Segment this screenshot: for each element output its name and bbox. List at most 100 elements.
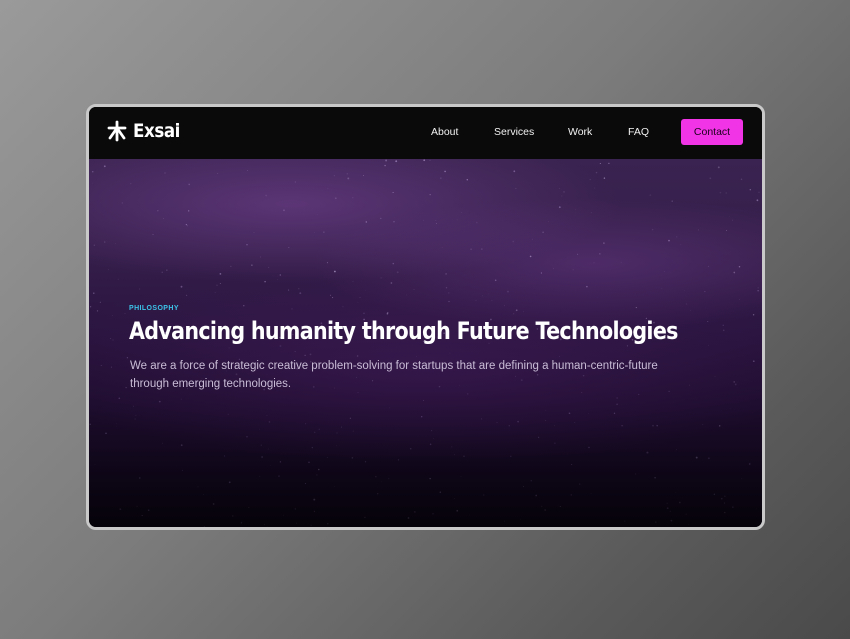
star — [364, 461, 367, 463]
star — [568, 412, 571, 415]
star — [423, 159, 426, 162]
star — [532, 238, 533, 240]
star — [695, 456, 698, 459]
star — [732, 506, 734, 508]
star — [575, 209, 576, 211]
star — [626, 345, 628, 347]
star — [352, 430, 354, 432]
star — [649, 194, 652, 197]
star — [475, 299, 477, 301]
star — [265, 194, 267, 197]
star — [451, 446, 453, 448]
star — [522, 485, 525, 488]
star — [266, 526, 268, 527]
star — [260, 444, 262, 446]
star — [635, 307, 637, 309]
star — [503, 520, 505, 522]
star — [590, 493, 592, 494]
star — [554, 425, 555, 427]
star — [663, 271, 665, 273]
star — [574, 422, 576, 423]
star — [119, 508, 122, 510]
star — [115, 242, 116, 244]
star — [232, 515, 234, 517]
star — [216, 284, 218, 286]
star — [577, 253, 579, 255]
star — [261, 456, 263, 458]
star — [138, 477, 141, 479]
star — [423, 399, 425, 401]
star — [230, 265, 232, 267]
star — [89, 306, 92, 308]
star — [420, 415, 423, 418]
star — [722, 324, 725, 327]
star — [96, 310, 99, 312]
star — [105, 432, 107, 435]
star — [294, 350, 296, 353]
star — [336, 432, 338, 434]
star — [740, 178, 743, 180]
star — [680, 244, 682, 246]
star — [749, 188, 752, 191]
star — [180, 285, 183, 288]
star — [185, 294, 188, 297]
star — [613, 412, 616, 414]
star — [529, 255, 532, 258]
star — [268, 421, 271, 423]
star — [392, 262, 395, 265]
star — [440, 177, 442, 179]
star — [349, 417, 352, 419]
star — [241, 521, 243, 523]
contact-button[interactable]: Contact — [681, 119, 743, 145]
star — [733, 271, 736, 274]
star — [152, 233, 154, 235]
star — [480, 248, 483, 251]
star — [260, 256, 262, 258]
star — [346, 173, 349, 175]
star — [496, 422, 498, 423]
star — [380, 277, 382, 279]
nav-link-work[interactable]: Work — [568, 126, 592, 138]
star — [161, 271, 163, 273]
star — [327, 523, 329, 525]
star — [395, 160, 398, 163]
star — [732, 219, 733, 221]
star — [429, 194, 431, 196]
star — [723, 502, 726, 504]
star — [603, 242, 605, 244]
star — [203, 526, 205, 527]
star — [365, 221, 368, 223]
star — [347, 177, 350, 180]
star — [544, 509, 546, 511]
nav-link-services[interactable]: Services — [494, 126, 534, 138]
star — [520, 527, 521, 528]
star — [547, 220, 549, 222]
nav-link-about[interactable]: About — [431, 126, 458, 138]
star — [217, 173, 219, 174]
star — [214, 292, 216, 293]
star — [444, 170, 446, 173]
nav-link-faq[interactable]: FAQ — [628, 126, 649, 138]
star — [491, 299, 493, 301]
star — [445, 273, 447, 275]
star — [594, 187, 596, 189]
star — [758, 191, 760, 193]
star — [93, 244, 95, 246]
star — [671, 200, 673, 202]
star — [121, 202, 123, 204]
star — [294, 508, 296, 510]
star — [326, 262, 329, 264]
star — [470, 248, 472, 250]
star — [112, 315, 113, 316]
star — [571, 463, 573, 466]
star — [431, 430, 433, 432]
star — [288, 289, 290, 291]
star — [586, 285, 588, 288]
star — [294, 181, 296, 183]
star — [197, 486, 199, 488]
star — [722, 329, 725, 332]
star — [513, 170, 516, 173]
star — [475, 221, 478, 224]
star — [304, 483, 307, 485]
star — [334, 197, 337, 200]
